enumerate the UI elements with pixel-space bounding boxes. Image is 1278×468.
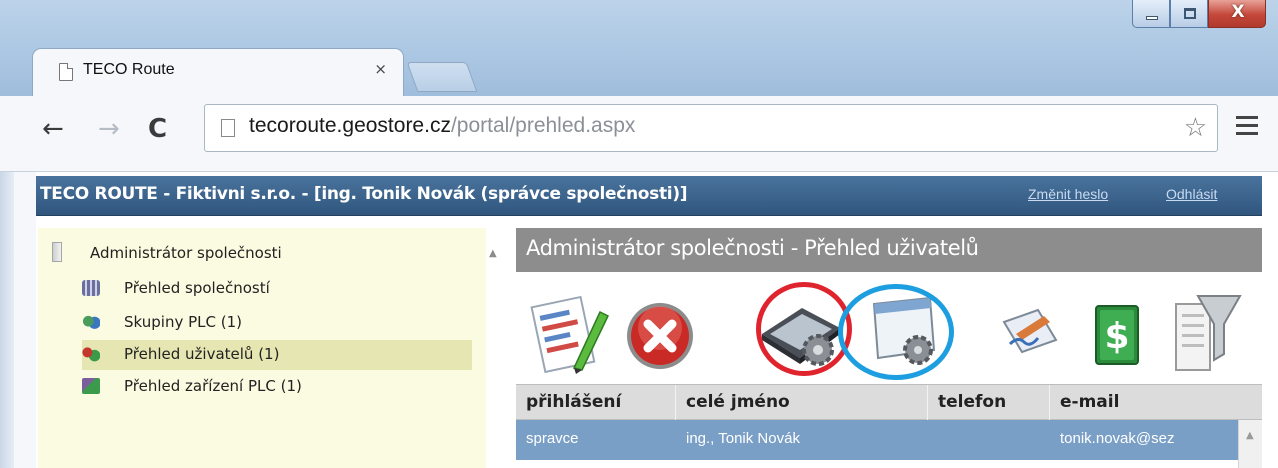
browser-toolbar: ← → C tecoroute.geostore.cz/portal/prehl… bbox=[0, 96, 1278, 172]
filter-icon[interactable] bbox=[1168, 290, 1242, 378]
tree-root-label: Administrátor společnosti bbox=[90, 244, 282, 262]
page-margin bbox=[0, 172, 36, 468]
table-row[interactable]: spravce ing., Tonik Novák tonik.novak@se… bbox=[516, 420, 1238, 460]
bookmark-star-icon[interactable]: ☆ bbox=[1184, 113, 1207, 143]
edit-icon[interactable] bbox=[530, 290, 612, 376]
table-scrollbar[interactable]: ▲ bbox=[1238, 420, 1262, 468]
scroll-up-icon[interactable]: ▲ bbox=[1246, 430, 1254, 441]
cell-full-name: ing., Tonik Novák bbox=[686, 430, 800, 447]
column-header-login[interactable]: přihlášení bbox=[516, 385, 676, 421]
minimize-icon bbox=[1146, 16, 1158, 20]
browser-menu-icon[interactable] bbox=[1236, 116, 1258, 140]
table-header: přihlášení celé jméno telefon e-mail bbox=[516, 384, 1262, 421]
maximize-button[interactable] bbox=[1170, 0, 1208, 28]
tree-item-label: Přehled zařízení PLC (1) bbox=[124, 377, 302, 395]
page-title: TECO ROUTE - Fiktivni s.r.o. - [ing. Ton… bbox=[40, 184, 688, 204]
cell-email: tonik.novak@sez bbox=[1060, 430, 1175, 447]
cell-phone bbox=[928, 420, 1050, 460]
folder-icon bbox=[52, 242, 62, 262]
panel-header: Administrátor společnosti - Přehled uživ… bbox=[516, 228, 1262, 272]
money-icon[interactable]: $ bbox=[1092, 302, 1142, 368]
tree-item-label: Skupiny PLC (1) bbox=[124, 313, 242, 331]
navigation-tree: Administrátor společnosti Přehled společ… bbox=[38, 228, 486, 468]
companies-icon bbox=[82, 280, 100, 296]
logout-link[interactable]: Odhlásit bbox=[1166, 186, 1217, 202]
address-bar[interactable]: tecoroute.geostore.cz/portal/prehled.asp… bbox=[204, 104, 1218, 152]
blue-highlight-circle bbox=[838, 284, 954, 380]
svg-text:$: $ bbox=[1104, 316, 1129, 357]
tab-close-icon[interactable]: × bbox=[374, 60, 387, 78]
tab-title: TECO Route bbox=[83, 61, 175, 78]
url-host: tecoroute.geostore.cz bbox=[249, 114, 451, 137]
plc-groups-icon bbox=[82, 314, 100, 330]
tree-item-label: Přehled společností bbox=[124, 279, 270, 297]
column-header-full-name[interactable]: celé jméno bbox=[676, 385, 928, 421]
page-icon bbox=[221, 119, 235, 137]
app-header: TECO ROUTE - Fiktivni s.r.o. - [ing. Ton… bbox=[36, 176, 1262, 216]
minimize-button[interactable] bbox=[1132, 0, 1170, 28]
tree-scroll-up-icon[interactable]: ▲ bbox=[489, 248, 497, 259]
back-button[interactable]: ← bbox=[42, 114, 64, 144]
column-header-phone[interactable]: telefon bbox=[928, 385, 1050, 421]
cell-login: spravce bbox=[526, 430, 579, 447]
tree-item-companies[interactable]: Přehled společností bbox=[82, 274, 472, 304]
delete-icon[interactable] bbox=[624, 300, 696, 372]
users-icon bbox=[82, 346, 100, 362]
forward-button[interactable]: → bbox=[98, 114, 120, 144]
panel-title: Administrátor společnosti - Přehled uživ… bbox=[526, 236, 979, 260]
url-path: /portal/prehled.aspx bbox=[450, 114, 636, 137]
tree-item-label: Přehled uživatelů (1) bbox=[124, 345, 280, 363]
column-header-email[interactable]: e-mail bbox=[1050, 385, 1262, 421]
url-text: tecoroute.geostore.cz/portal/prehled.asp… bbox=[249, 114, 635, 138]
maximize-icon bbox=[1184, 8, 1196, 19]
page-favicon-icon bbox=[59, 63, 73, 81]
change-password-link[interactable]: Změnit heslo bbox=[1028, 186, 1108, 202]
reload-button[interactable]: C bbox=[148, 114, 167, 144]
close-window-button[interactable]: X bbox=[1208, 0, 1266, 28]
tree-item-plc-devices[interactable]: Přehled zařízení PLC (1) bbox=[82, 372, 472, 402]
tree-item-plc-groups[interactable]: Skupiny PLC (1) bbox=[82, 308, 472, 338]
new-tab-button[interactable] bbox=[406, 62, 478, 92]
close-icon: X bbox=[1231, 2, 1245, 22]
tree-item-users[interactable]: Přehled uživatelů (1) bbox=[82, 340, 472, 370]
signature-icon[interactable] bbox=[998, 304, 1060, 356]
browser-tab[interactable]: TECO Route × bbox=[32, 48, 404, 98]
browser-titlebar: X TECO Route × bbox=[0, 0, 1278, 98]
window-controls: X bbox=[1132, 0, 1266, 30]
plc-devices-icon bbox=[82, 378, 100, 394]
